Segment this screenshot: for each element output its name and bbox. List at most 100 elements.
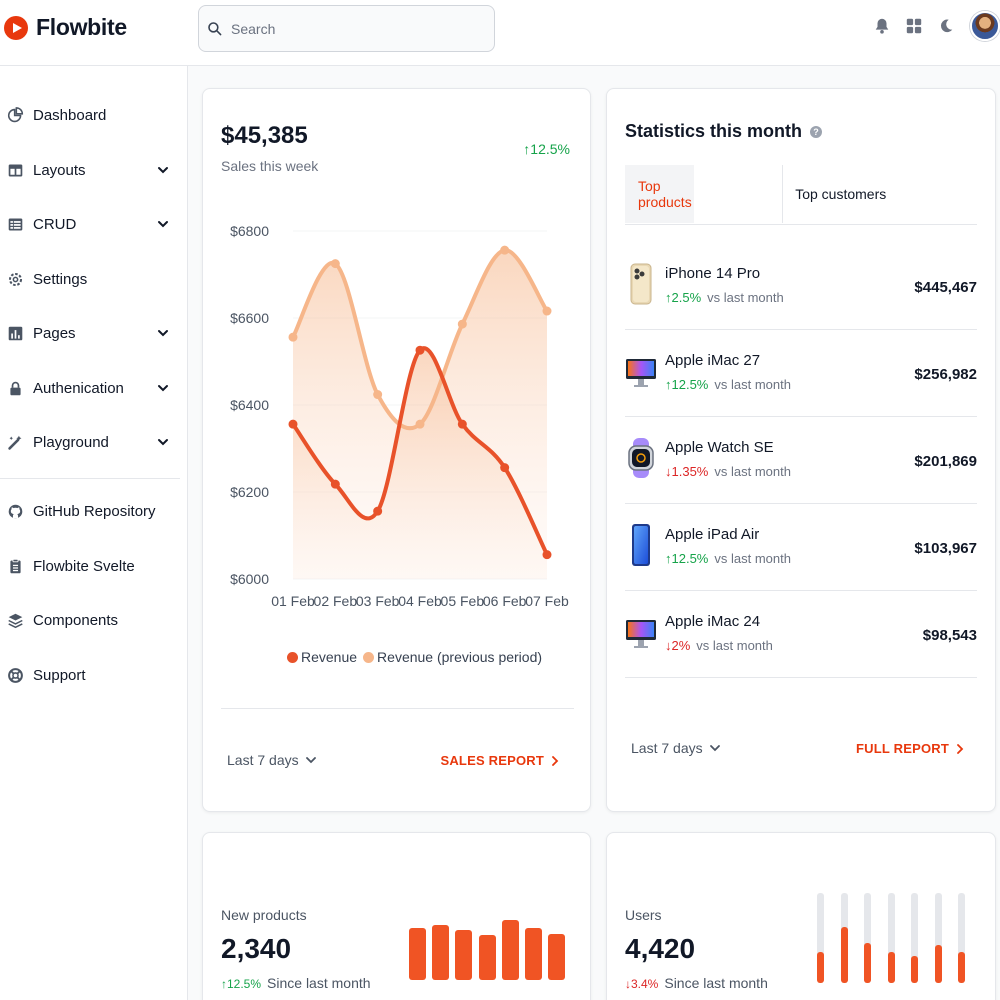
full-report-link[interactable]: FULL REPORT [856, 741, 965, 756]
data-point [373, 390, 383, 400]
bar [409, 928, 426, 980]
bar-track [911, 893, 918, 983]
data-point [288, 419, 298, 429]
bar-fill [864, 943, 871, 983]
brand-logo[interactable]: Flowbite [4, 14, 127, 41]
legend-dot [287, 651, 298, 663]
product-row[interactable]: Apple iPad Air ↑12.5% vs last month $103,… [625, 504, 977, 591]
new-products-card: New products 2,340 ↑12.5% Since last mont… [202, 832, 591, 1000]
sidebar-item-settings[interactable]: Settings [0, 261, 180, 297]
product-row[interactable]: Apple Watch SE ↓1.35% vs last month $201,… [625, 417, 977, 504]
y-tick-label: $6800 [230, 223, 269, 239]
product-row[interactable]: Apple iMac 27 ↑12.5% vs last month $256,9… [625, 330, 977, 417]
bell-icon[interactable] [866, 10, 898, 42]
sidebar-item-dashboard[interactable]: Dashboard [0, 97, 180, 133]
data-point [457, 419, 467, 429]
chevron-down-icon [158, 439, 168, 446]
statistics-title: Statistics this month ? [625, 121, 823, 142]
chart-bars-icon [6, 324, 24, 342]
data-point [500, 463, 510, 473]
sidebar-item-label: CRUD [33, 215, 77, 233]
chart-legend: Revenue Revenue (previous period) [287, 649, 548, 665]
sidebar-item-github[interactable]: GitHub Repository [0, 493, 180, 529]
sidebar-item-layouts[interactable]: Layouts [0, 152, 180, 188]
sidebar-item-label: Flowbite Svelte [33, 557, 135, 575]
sidebar-item-label: GitHub Repository [33, 502, 156, 520]
product-row[interactable]: iPhone 14 Pro ↑2.5% vs last month $445,46… [625, 243, 977, 330]
github-icon [6, 502, 24, 520]
sidebar-divider [0, 478, 180, 479]
legend-label: Revenue (previous period) [377, 649, 543, 665]
sidebar-item-crud[interactable]: CRUD [0, 206, 180, 242]
user-avatar[interactable] [970, 11, 1000, 41]
sales-report-link[interactable]: SALES REPORT [440, 753, 560, 768]
search-box[interactable] [198, 5, 495, 52]
sidebar-item-label: Playground [33, 433, 109, 451]
data-point [542, 306, 552, 316]
chevron-down-icon [305, 757, 316, 764]
lifebuoy-icon [6, 666, 24, 684]
sidebar-item-label: Components [33, 611, 119, 629]
y-tick-label: $6600 [230, 310, 269, 326]
statistics-title-text: Statistics this month [625, 121, 803, 141]
x-tick-label: 07 Feb [525, 593, 569, 609]
sales-range-dropdown[interactable]: Last 7 days [227, 752, 317, 768]
users-change: ↓3.4% Since last month [625, 975, 768, 991]
clipboard-icon [6, 557, 24, 575]
product-name: Apple iMac 27 [665, 352, 761, 369]
sidebar-item-support[interactable]: Support [0, 657, 180, 693]
sidebar-item-components[interactable]: Components [0, 602, 180, 638]
search-input[interactable] [231, 20, 471, 37]
product-name: Apple iPad Air [665, 526, 760, 543]
chevron-right-icon [957, 743, 964, 754]
brand-name: Flowbite [36, 14, 127, 40]
chevron-down-icon [158, 385, 168, 392]
bar-track [934, 893, 942, 983]
new-products-change: ↑12.5% Since last month [221, 975, 371, 991]
product-change: ↓1.35% vs last month [665, 464, 791, 479]
data-point [330, 259, 340, 269]
range-label: Last 7 days [631, 740, 703, 756]
table-icon [6, 215, 24, 233]
data-point [288, 332, 298, 342]
x-tick-label: 03 Feb [356, 593, 400, 609]
sidebar-item-authentication[interactable]: Authenication [0, 370, 180, 406]
product-row[interactable]: Apple iMac 24 ↓2% vs last month $98,543 [625, 591, 977, 678]
chart-pie-icon [6, 106, 24, 124]
product-change-pct: ↓1.35% [665, 464, 709, 479]
sidebar-item-playground[interactable]: Playground [0, 424, 180, 460]
x-tick-label: 02 Feb [314, 593, 358, 609]
top-navbar: Flowbite [0, 0, 1000, 66]
iphone-icon [630, 263, 652, 305]
legend-item-previous[interactable]: Revenue (previous period) [363, 649, 542, 665]
data-point [542, 550, 552, 560]
x-tick-label: 01 Feb [271, 593, 315, 609]
report-link-label: FULL REPORT [856, 741, 949, 756]
imac-icon [626, 359, 656, 387]
tab-top-products[interactable]: Top products [625, 165, 695, 223]
sidebar-item-label: Layouts [33, 161, 86, 179]
moon-icon[interactable] [930, 10, 962, 42]
product-change-pct: ↓2% [665, 638, 691, 653]
new-products-value: 2,340 [221, 933, 292, 964]
stats-range-dropdown[interactable]: Last 7 days [631, 740, 721, 756]
x-tick-label: 06 Feb [483, 593, 527, 609]
bar-track [958, 893, 965, 983]
sidebar-item-label: Pages [33, 324, 76, 342]
product-change-pct: ↑12.5% [665, 551, 709, 566]
legend-item-revenue[interactable]: Revenue [287, 649, 357, 665]
question-icon[interactable]: ? [810, 125, 823, 138]
product-change: ↑12.5% vs last month [665, 551, 791, 566]
x-tick-label: 05 Feb [441, 593, 485, 609]
sidebar-item-pages[interactable]: Pages [0, 315, 180, 351]
wand-icon [6, 433, 24, 451]
sidebar-item-flowbite-svelte[interactable]: Flowbite Svelte [0, 548, 180, 584]
chevron-down-icon [158, 167, 168, 174]
apps-grid-icon[interactable] [898, 10, 930, 42]
data-point [457, 319, 467, 329]
bar [501, 919, 519, 980]
tab-top-customers[interactable]: Top customers [782, 165, 977, 223]
bar-fill [934, 945, 942, 983]
y-tick-label: $6000 [230, 571, 269, 587]
product-price: $103,967 [914, 540, 977, 557]
